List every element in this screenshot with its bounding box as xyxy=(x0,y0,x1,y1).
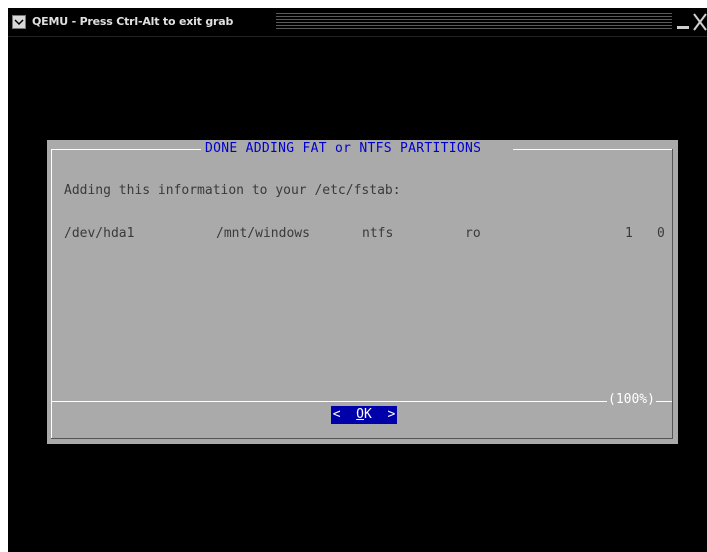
chevron-down-icon xyxy=(14,19,24,26)
titlebar-grip xyxy=(276,13,672,31)
window-titlebar[interactable]: QEMU - Press Ctrl-Alt to exit grab xyxy=(8,8,707,37)
ok-left-bracket: < xyxy=(332,407,341,422)
window-title: QEMU - Press Ctrl-Alt to exit grab xyxy=(32,15,234,28)
minimize-button[interactable] xyxy=(676,13,690,31)
fstab-options: ro xyxy=(465,226,481,241)
fstab-dump: 1 xyxy=(625,226,633,241)
close-button[interactable] xyxy=(692,12,707,32)
qemu-window: QEMU - Press Ctrl-Alt to exit grab DONE … xyxy=(8,8,707,552)
frame-top-left xyxy=(51,149,201,150)
dialog-message: Adding this information to your /etc/fst… xyxy=(64,183,401,198)
frame-bottom xyxy=(51,438,673,439)
fstab-device: /dev/hda1 xyxy=(64,226,135,241)
scroll-percent: (100%) xyxy=(607,392,656,407)
vm-screen[interactable]: DONE ADDING FAT or NTFS PARTITIONS Addin… xyxy=(8,37,707,552)
button-separator xyxy=(51,401,672,402)
ok-button[interactable]: < OK > xyxy=(331,406,397,424)
fstab-mount-point: /mnt/windows xyxy=(216,226,310,241)
frame-left xyxy=(51,149,52,439)
fstab-fs-type: ntfs xyxy=(362,226,394,241)
close-icon xyxy=(693,13,707,31)
frame-top-right xyxy=(513,149,672,150)
ok-right-bracket: > xyxy=(387,407,396,422)
window-menu-button[interactable] xyxy=(12,15,26,29)
minimize-icon xyxy=(677,26,689,29)
fstab-dialog: DONE ADDING FAT or NTFS PARTITIONS Addin… xyxy=(47,140,678,444)
fstab-pass: 0 xyxy=(657,226,665,241)
frame-right xyxy=(672,149,673,439)
ok-label-rest: K xyxy=(364,407,372,422)
dialog-title: DONE ADDING FAT or NTFS PARTITIONS xyxy=(203,141,484,156)
ok-hotkey: O xyxy=(356,407,364,422)
